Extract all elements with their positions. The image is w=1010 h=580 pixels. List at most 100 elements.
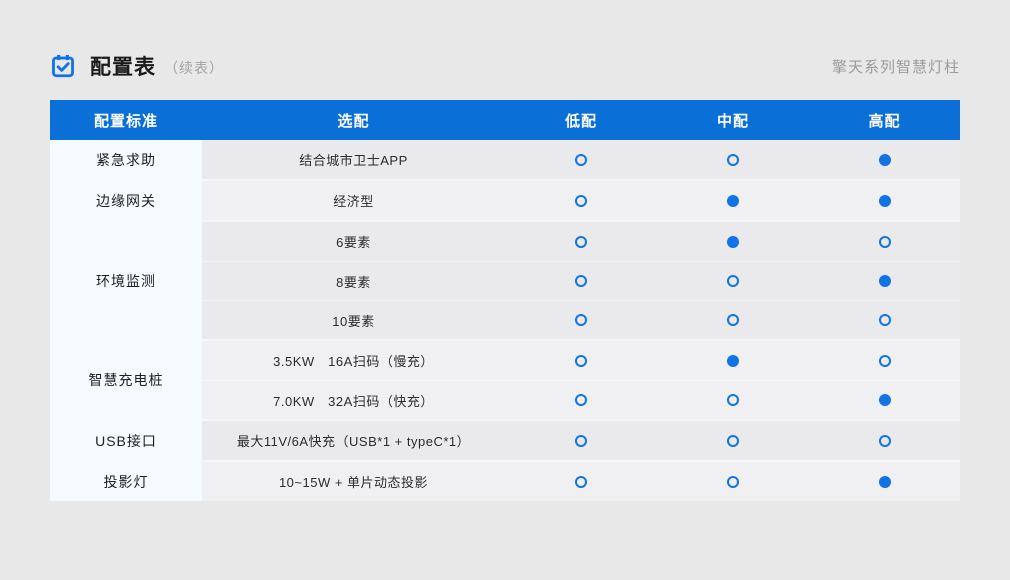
header-mid-config: 中配 xyxy=(657,100,809,140)
config-dot-filled-icon xyxy=(727,355,739,367)
low-config-cell xyxy=(505,181,657,220)
option-cell: 结合城市卫士APP xyxy=(202,140,505,179)
config-dot-filled-icon xyxy=(727,195,739,207)
low-config-cell xyxy=(505,381,657,419)
mid-config-cell xyxy=(657,341,809,380)
mid-config-cell xyxy=(657,301,809,339)
option-cell: 10要素 xyxy=(202,301,505,339)
config-dot-filled-icon xyxy=(879,476,891,488)
option-cell: 经济型 xyxy=(202,181,505,220)
option-cell: 3.5KW 16A扫码（慢充） xyxy=(202,341,505,380)
page-title: 配置表 xyxy=(90,51,156,81)
config-dot-filled-icon xyxy=(879,275,891,287)
mid-config-cell xyxy=(657,222,809,261)
config-dot-empty-icon xyxy=(575,435,587,447)
group-rows: 经济型 xyxy=(202,181,960,220)
table-group: 边缘网关经济型 xyxy=(50,179,960,220)
category-cell: 智慧充电桩 xyxy=(50,339,202,419)
option-cell: 最大11V/6A快充（USB*1 + typeC*1） xyxy=(202,421,505,460)
header-high-config: 高配 xyxy=(809,100,960,140)
page-subtitle: （续表） xyxy=(164,55,224,78)
config-dot-empty-icon xyxy=(575,476,587,488)
table-row: 7.0KW 32A扫码（快充） xyxy=(202,380,960,419)
category-cell: 边缘网关 xyxy=(50,179,202,220)
config-dot-filled-icon xyxy=(879,195,891,207)
config-table: 配置标准 选配 低配 中配 高配 紧急求助结合城市卫士APP边缘网关经济型环境监… xyxy=(50,100,960,501)
table-row: 6要素 xyxy=(202,222,960,261)
mid-config-cell xyxy=(657,140,809,179)
config-dot-empty-icon xyxy=(879,314,891,326)
config-dot-empty-icon xyxy=(727,275,739,287)
low-config-cell xyxy=(505,462,657,501)
mid-config-cell xyxy=(657,381,809,419)
table-group: 投影灯10~15W + 单片动态投影 xyxy=(50,460,960,501)
high-config-cell xyxy=(809,381,960,419)
high-config-cell xyxy=(809,222,960,261)
config-dot-filled-icon xyxy=(727,236,739,248)
config-dot-empty-icon xyxy=(727,435,739,447)
config-dot-filled-icon xyxy=(879,154,891,166)
mid-config-cell xyxy=(657,421,809,460)
table-body: 紧急求助结合城市卫士APP边缘网关经济型环境监测6要素8要素10要素智慧充电桩3… xyxy=(50,140,960,501)
config-dot-empty-icon xyxy=(575,195,587,207)
low-config-cell xyxy=(505,341,657,380)
titlebar: 配置表 （续表） 擎天系列智慧灯柱 xyxy=(50,48,960,84)
table-row: 8要素 xyxy=(202,261,960,300)
group-rows: 3.5KW 16A扫码（慢充）7.0KW 32A扫码（快充） xyxy=(202,341,960,419)
category-cell: 紧急求助 xyxy=(50,140,202,179)
header-optional: 选配 xyxy=(202,100,505,140)
header-low-config: 低配 xyxy=(505,100,657,140)
calendar-check-icon xyxy=(50,53,76,79)
option-cell: 6要素 xyxy=(202,222,505,261)
table-row: 3.5KW 16A扫码（慢充） xyxy=(202,341,960,380)
high-config-cell xyxy=(809,301,960,339)
group-rows: 结合城市卫士APP xyxy=(202,140,960,179)
config-dot-empty-icon xyxy=(879,236,891,248)
config-dot-empty-icon xyxy=(727,476,739,488)
config-dot-empty-icon xyxy=(879,435,891,447)
table-group: USB接口最大11V/6A快充（USB*1 + typeC*1） xyxy=(50,419,960,460)
option-cell: 7.0KW 32A扫码（快充） xyxy=(202,381,505,419)
config-dot-empty-icon xyxy=(727,394,739,406)
high-config-cell xyxy=(809,181,960,220)
group-rows: 最大11V/6A快充（USB*1 + typeC*1） xyxy=(202,421,960,460)
category-cell: USB接口 xyxy=(50,419,202,460)
table-row: 10要素 xyxy=(202,300,960,339)
option-cell: 8要素 xyxy=(202,262,505,300)
header-config-standard: 配置标准 xyxy=(50,100,202,140)
series-label: 擎天系列智慧灯柱 xyxy=(832,56,960,77)
config-dot-filled-icon xyxy=(879,394,891,406)
group-rows: 6要素8要素10要素 xyxy=(202,222,960,339)
low-config-cell xyxy=(505,262,657,300)
table-row: 结合城市卫士APP xyxy=(202,140,960,179)
config-dot-empty-icon xyxy=(727,314,739,326)
low-config-cell xyxy=(505,421,657,460)
config-dot-empty-icon xyxy=(575,394,587,406)
low-config-cell xyxy=(505,222,657,261)
config-dot-empty-icon xyxy=(575,314,587,326)
table-row: 最大11V/6A快充（USB*1 + typeC*1） xyxy=(202,421,960,460)
high-config-cell xyxy=(809,140,960,179)
low-config-cell xyxy=(505,301,657,339)
table-group: 环境监测6要素8要素10要素 xyxy=(50,220,960,339)
config-dot-empty-icon xyxy=(575,236,587,248)
mid-config-cell xyxy=(657,181,809,220)
table-group: 智慧充电桩3.5KW 16A扫码（慢充）7.0KW 32A扫码（快充） xyxy=(50,339,960,419)
config-dot-empty-icon xyxy=(575,355,587,367)
config-dot-empty-icon xyxy=(575,275,587,287)
mid-config-cell xyxy=(657,462,809,501)
mid-config-cell xyxy=(657,262,809,300)
config-dot-empty-icon xyxy=(575,154,587,166)
high-config-cell xyxy=(809,341,960,380)
group-rows: 10~15W + 单片动态投影 xyxy=(202,462,960,501)
category-cell: 环境监测 xyxy=(50,220,202,339)
low-config-cell xyxy=(505,140,657,179)
config-dot-empty-icon xyxy=(879,355,891,367)
high-config-cell xyxy=(809,262,960,300)
high-config-cell xyxy=(809,462,960,501)
high-config-cell xyxy=(809,421,960,460)
option-cell: 10~15W + 单片动态投影 xyxy=(202,462,505,501)
category-cell: 投影灯 xyxy=(50,460,202,501)
config-dot-empty-icon xyxy=(727,154,739,166)
table-group: 紧急求助结合城市卫士APP xyxy=(50,140,960,179)
